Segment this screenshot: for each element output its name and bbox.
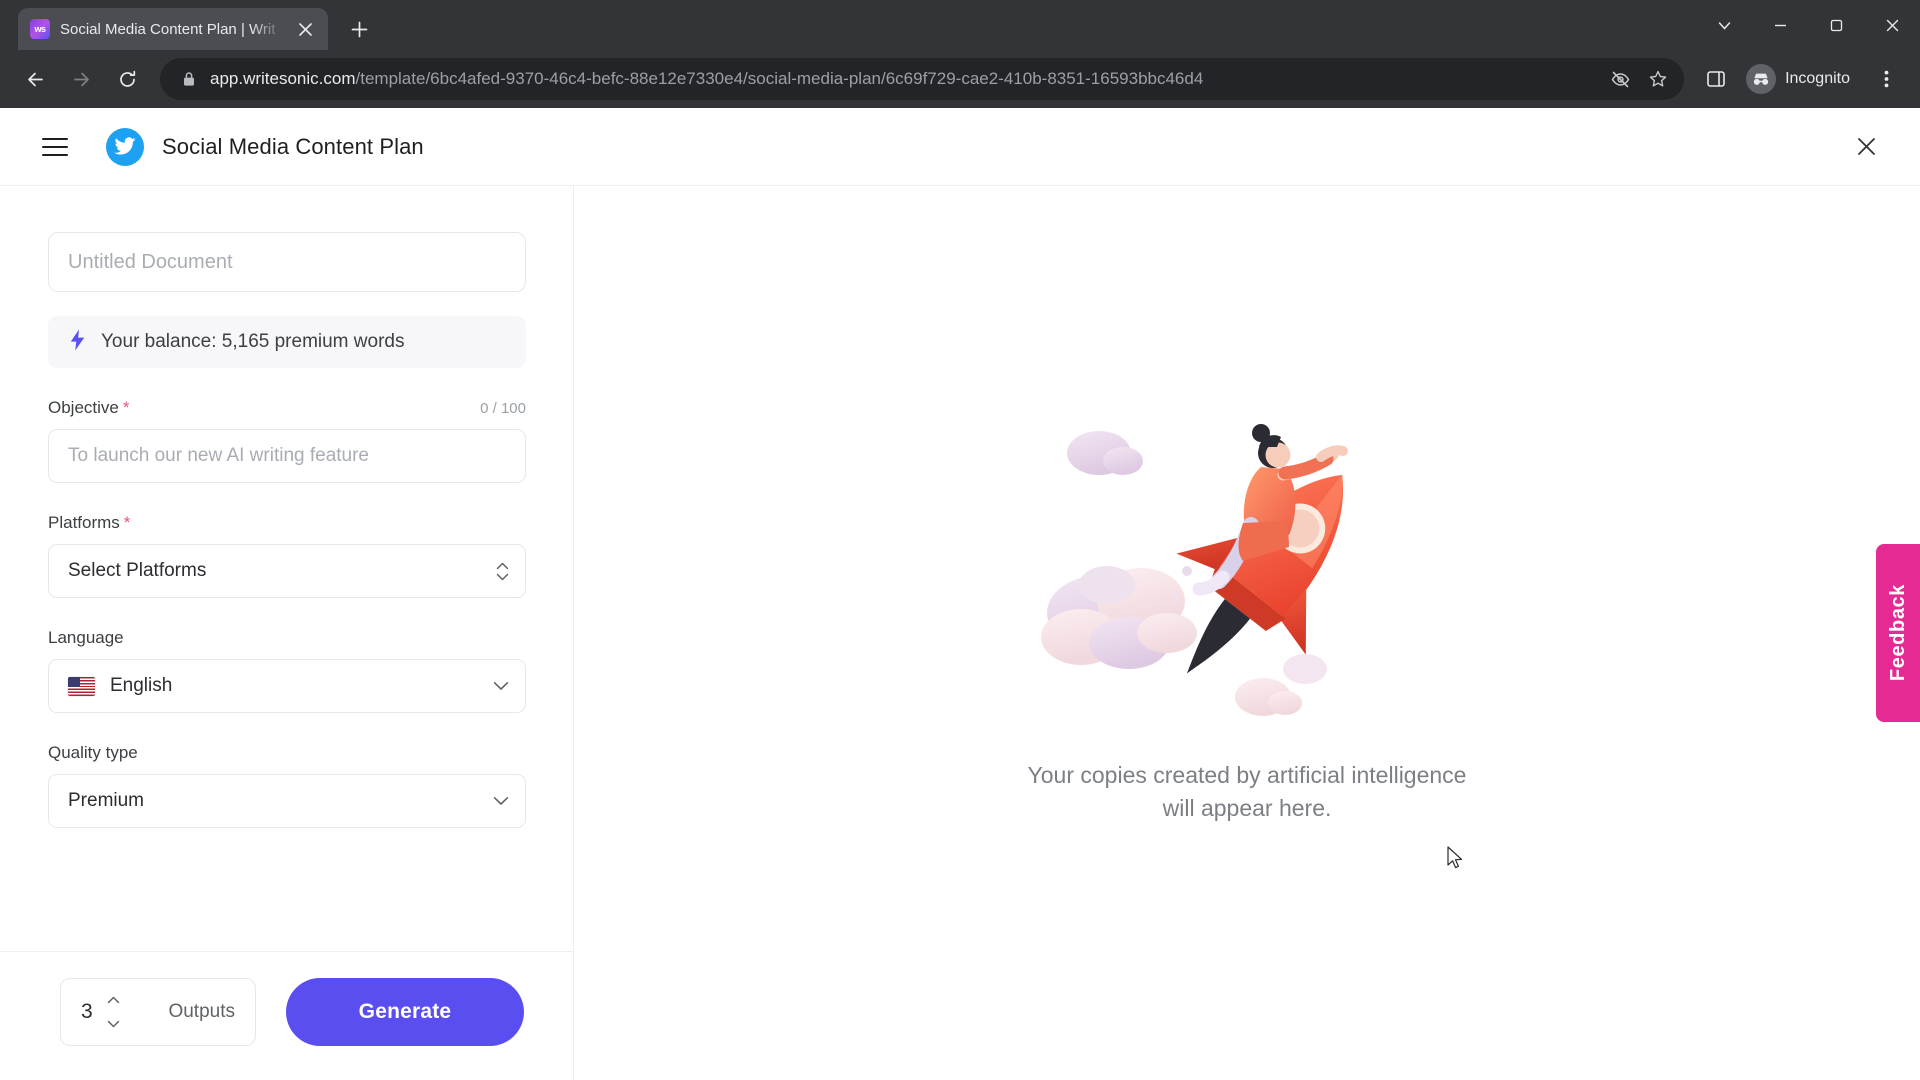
close-icon[interactable] xyxy=(1846,127,1886,167)
browser-toolbar: app.writesonic.com/template/6bc4afed-937… xyxy=(0,50,1920,108)
objective-label-group: Objective * xyxy=(48,398,130,418)
language-value: English xyxy=(110,675,173,696)
outputs-value: 3 xyxy=(81,1000,93,1023)
tab-title: Social Media Content Plan | Writ xyxy=(60,20,276,38)
chevron-down-icon xyxy=(493,796,509,806)
browser-window: ws Social Media Content Plan | Writ app.… xyxy=(0,0,1920,1080)
page-title: Social Media Content Plan xyxy=(162,133,424,159)
balance-banner: Your balance: 5,165 premium words xyxy=(48,316,526,368)
minimize-icon[interactable] xyxy=(1752,0,1808,50)
lock-icon xyxy=(178,71,200,87)
url-text: app.writesonic.com/template/6bc4afed-937… xyxy=(210,69,1596,89)
new-tab-button[interactable] xyxy=(342,12,376,46)
objective-counter: 0 / 100 xyxy=(480,400,526,417)
language-label-row: Language xyxy=(48,628,526,648)
toolbar-right-group: Incognito xyxy=(1696,59,1906,99)
url-host: app.writesonic.com xyxy=(210,69,356,88)
back-arrow-icon[interactable] xyxy=(14,58,56,100)
quality-type-value: Premium xyxy=(68,790,145,811)
feedback-label: Feedback xyxy=(1886,584,1909,682)
reload-icon[interactable] xyxy=(106,58,148,100)
quality-type-select[interactable]: Premium xyxy=(48,774,526,828)
objective-input[interactable]: To launch our new AI writing feature xyxy=(48,429,526,483)
platforms-field: Platforms * Select Platforms xyxy=(48,513,526,598)
twitter-bird-icon xyxy=(106,127,144,166)
chevron-down-icon[interactable] xyxy=(1696,0,1752,50)
chevron-down-icon[interactable] xyxy=(107,1015,120,1033)
quality-type-label-row: Quality type xyxy=(48,743,526,763)
objective-field: Objective * 0 / 100 To launch our new AI … xyxy=(48,398,526,483)
rocket-launch-illustration xyxy=(1037,401,1457,731)
empty-state-text: Your copies created by artificial intell… xyxy=(1028,759,1467,824)
bookmark-star-icon[interactable] xyxy=(1640,61,1676,97)
empty-state-line-1: Your copies created by artificial intell… xyxy=(1027,762,1467,789)
window-close-icon[interactable] xyxy=(1864,0,1920,50)
incognito-indicator[interactable]: Incognito xyxy=(1738,59,1864,99)
form-scroll-area: Untitled Document Your balance: 5,165 pr… xyxy=(0,186,573,951)
platforms-label-group: Platforms * xyxy=(48,513,130,533)
incognito-avatar-icon xyxy=(1746,64,1777,94)
app-header: Social Media Content Plan xyxy=(0,108,1920,186)
side-panel-icon[interactable] xyxy=(1696,59,1736,99)
outputs-stepper-arrows xyxy=(107,991,120,1033)
outputs-label: Outputs xyxy=(168,1001,235,1022)
language-select[interactable]: English xyxy=(48,659,526,713)
incognito-label: Incognito xyxy=(1785,70,1850,87)
feedback-tab[interactable]: Feedback xyxy=(1876,544,1920,722)
mouse-cursor xyxy=(1447,846,1464,876)
objective-label: Objective xyxy=(48,398,119,417)
chevron-up-icon[interactable] xyxy=(107,991,120,1009)
platforms-value: Select Platforms xyxy=(68,560,207,581)
quality-type-label: Quality type xyxy=(48,743,138,762)
third-party-cookie-blocked-icon[interactable] xyxy=(1602,61,1638,97)
favicon-label: ws xyxy=(34,24,46,34)
address-bar[interactable]: app.writesonic.com/template/6bc4afed-937… xyxy=(160,58,1685,100)
tab-strip: ws Social Media Content Plan | Writ xyxy=(0,0,1920,50)
three-dot-menu-icon[interactable] xyxy=(1866,59,1906,99)
favicon-icon: ws xyxy=(30,19,50,39)
window-controls xyxy=(1696,0,1920,50)
objective-label-row: Objective * 0 / 100 xyxy=(48,398,526,418)
tab-close-icon[interactable] xyxy=(294,18,316,40)
document-title-input[interactable]: Untitled Document xyxy=(48,232,526,292)
omnibox-icons xyxy=(1602,61,1676,97)
chevron-down-icon xyxy=(493,681,509,691)
language-field: Language English xyxy=(48,628,526,713)
hamburger-menu-icon[interactable] xyxy=(42,135,72,159)
outputs-stepper[interactable]: 3 Outputs xyxy=(60,978,256,1046)
browser-tab[interactable]: ws Social Media Content Plan | Writ xyxy=(18,8,328,50)
platforms-select[interactable]: Select Platforms xyxy=(48,544,526,598)
platforms-label-row: Platforms * xyxy=(48,513,526,533)
lightning-bolt-icon xyxy=(70,329,85,355)
objective-placeholder: To launch our new AI writing feature xyxy=(68,445,370,466)
form-footer: 3 Outputs Generate xyxy=(0,951,573,1080)
page-content: Social Media Content Plan Untitled Docum… xyxy=(0,108,1920,1080)
required-marker: * xyxy=(123,513,131,532)
main-split: Untitled Document Your balance: 5,165 pr… xyxy=(0,186,1920,1080)
quality-type-field: Quality type Premium xyxy=(48,743,526,828)
generate-button[interactable]: Generate xyxy=(286,978,524,1046)
form-panel: Untitled Document Your balance: 5,165 pr… xyxy=(0,186,574,1080)
chevron-up-down-icon xyxy=(496,562,509,581)
required-marker: * xyxy=(122,398,130,417)
empty-state-line-2: will appear here. xyxy=(1162,795,1332,821)
results-panel: Your copies created by artificial intell… xyxy=(574,186,1920,1080)
forward-arrow-icon[interactable] xyxy=(60,58,102,100)
language-label: Language xyxy=(48,628,124,647)
url-path: /template/6bc4afed-9370-46c4-befc-88e12e… xyxy=(355,69,1204,88)
document-title-placeholder: Untitled Document xyxy=(68,250,233,273)
balance-text: Your balance: 5,165 premium words xyxy=(101,331,405,352)
platforms-label: Platforms xyxy=(48,513,120,532)
us-flag-icon xyxy=(68,676,95,696)
maximize-icon[interactable] xyxy=(1808,0,1864,50)
